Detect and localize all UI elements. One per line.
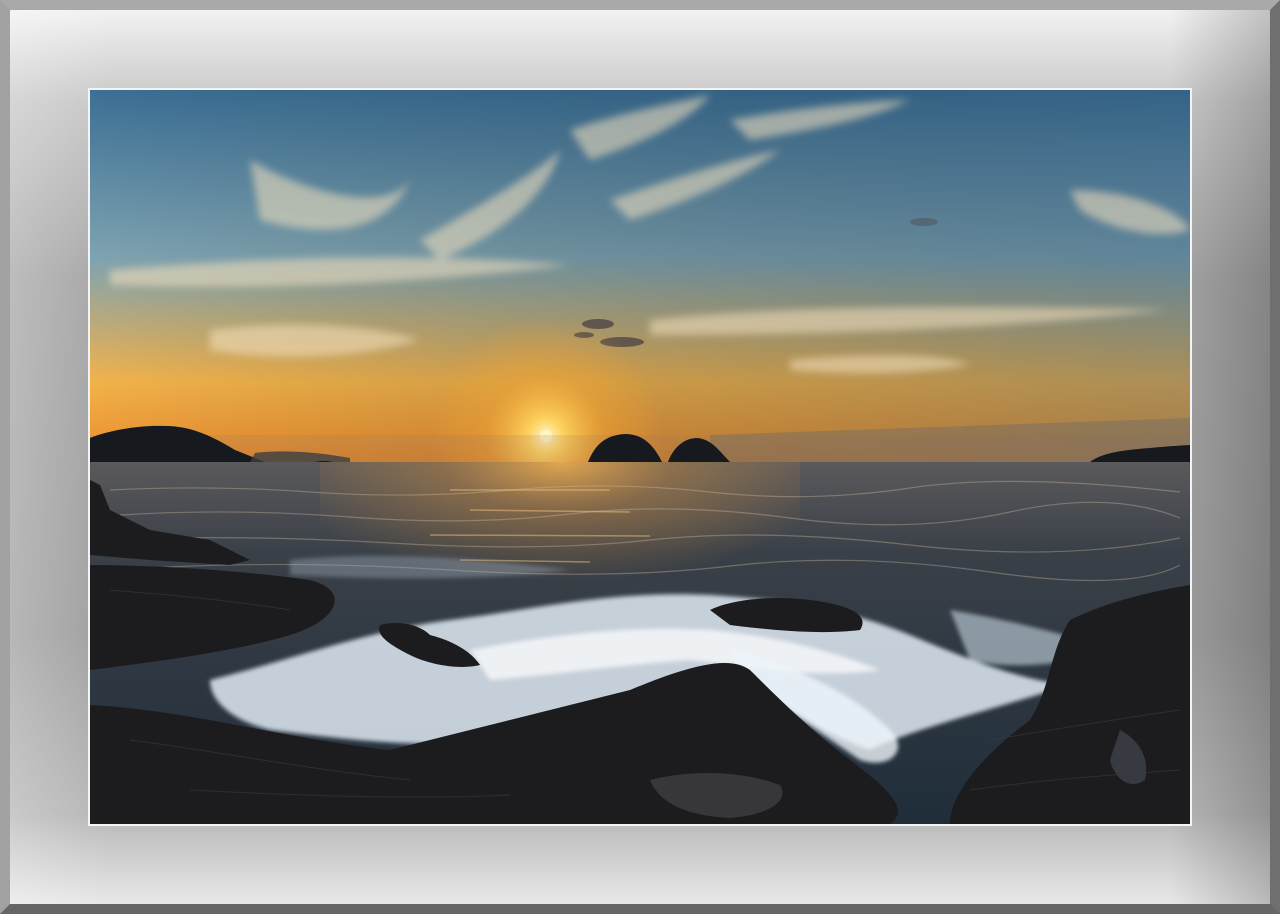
sunset-photo bbox=[88, 88, 1192, 826]
sunset-seascape-image bbox=[90, 90, 1190, 824]
